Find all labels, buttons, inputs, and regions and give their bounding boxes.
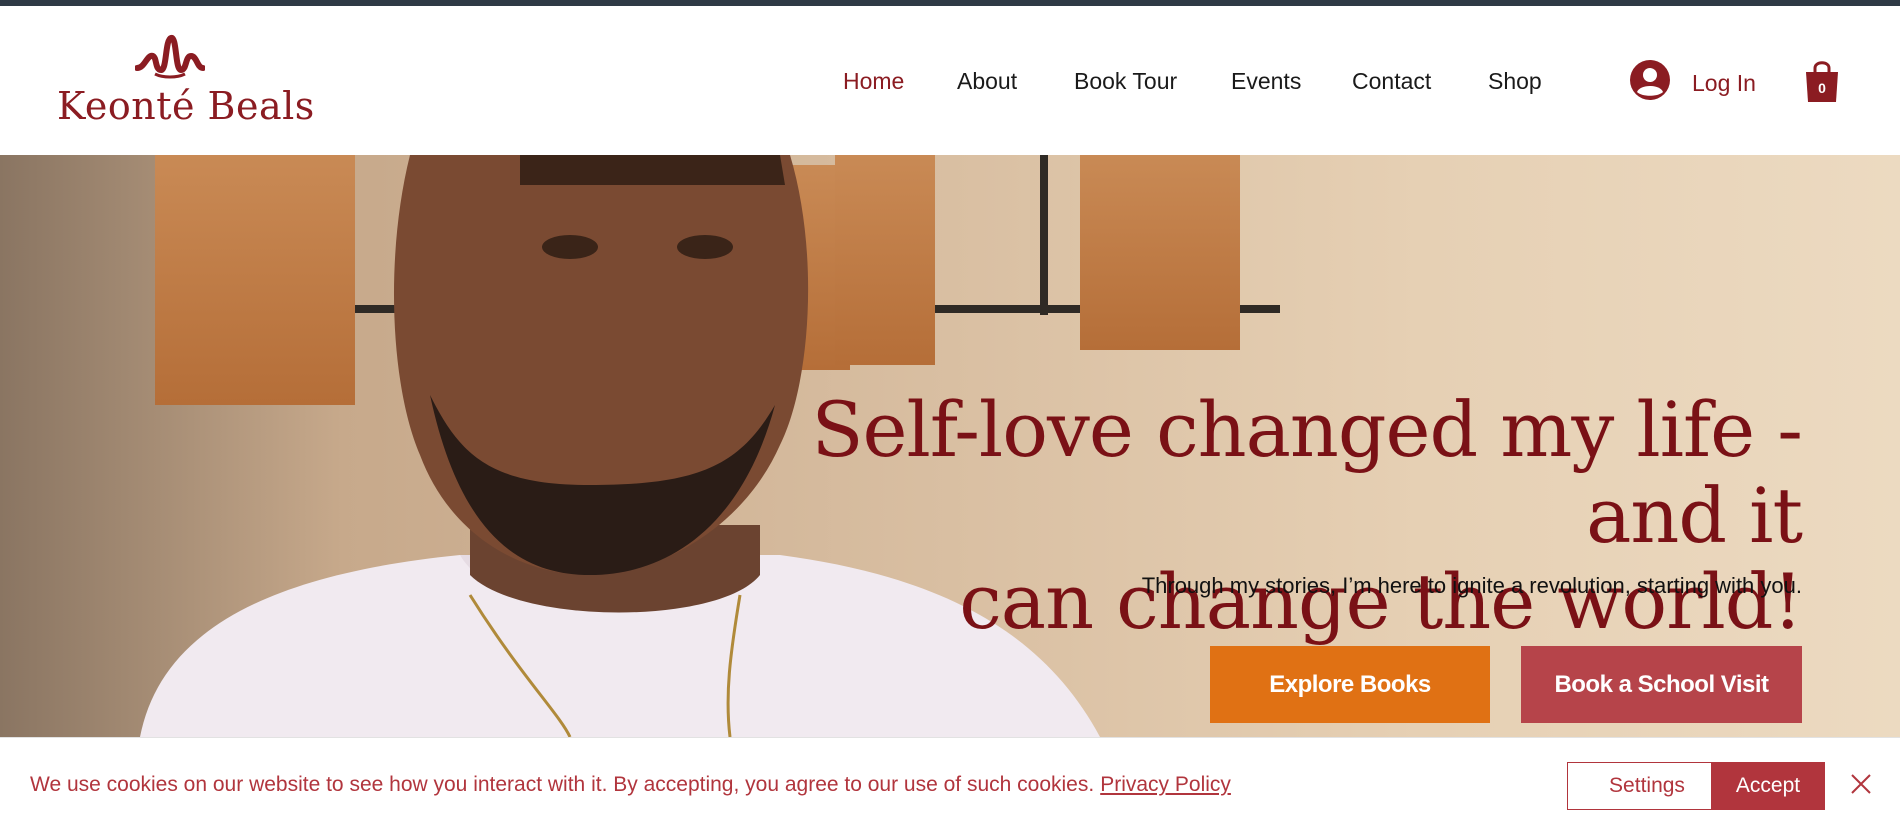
nav-item-shop[interactable]: Shop xyxy=(1488,68,1542,95)
hero-headline: Self-love changed my life - and it can c… xyxy=(702,385,1803,646)
book-school-visit-button[interactable]: Book a School Visit xyxy=(1521,646,1802,723)
nav-item-about[interactable]: About xyxy=(957,68,1017,95)
cookie-banner: We use cookies on our website to see how… xyxy=(0,737,1900,835)
nav-item-events[interactable]: Events xyxy=(1231,68,1301,95)
site-header: Keonté Beals Home About Book Tour Events… xyxy=(0,6,1900,155)
cookie-settings-button[interactable]: Settings xyxy=(1567,762,1727,810)
hero-headline-line-1: Self-love changed my life - and it xyxy=(811,385,1803,560)
hero-headline-line-2: can change the world! xyxy=(959,557,1803,646)
cookie-message-text: We use cookies on our website to see how… xyxy=(30,773,1095,796)
nav-item-book-tour[interactable]: Book Tour xyxy=(1074,68,1177,95)
cart-count-badge: 0 xyxy=(1818,80,1826,96)
explore-books-button[interactable]: Explore Books xyxy=(1210,646,1490,723)
user-avatar-icon xyxy=(1630,60,1670,100)
cart-button[interactable]: 0 xyxy=(1803,58,1841,104)
close-icon[interactable] xyxy=(1849,772,1873,796)
hero-section: Self-love changed my life - and it can c… xyxy=(0,155,1900,737)
nav-item-contact[interactable]: Contact xyxy=(1352,68,1431,95)
privacy-policy-link[interactable]: Privacy Policy xyxy=(1100,773,1231,796)
site-logo[interactable]: Keonté Beals xyxy=(55,28,314,138)
nav-item-home[interactable]: Home xyxy=(843,68,904,95)
hero-subheading: Through my stories, I’m here to ignite a… xyxy=(1141,573,1802,598)
cookie-accept-button[interactable]: Accept xyxy=(1711,762,1825,810)
cookie-message: We use cookies on our website to see how… xyxy=(30,773,1231,797)
login-label: Log In xyxy=(1692,70,1756,96)
logo-wave-icon xyxy=(135,34,205,79)
brand-name: Keonté Beals xyxy=(57,84,315,128)
